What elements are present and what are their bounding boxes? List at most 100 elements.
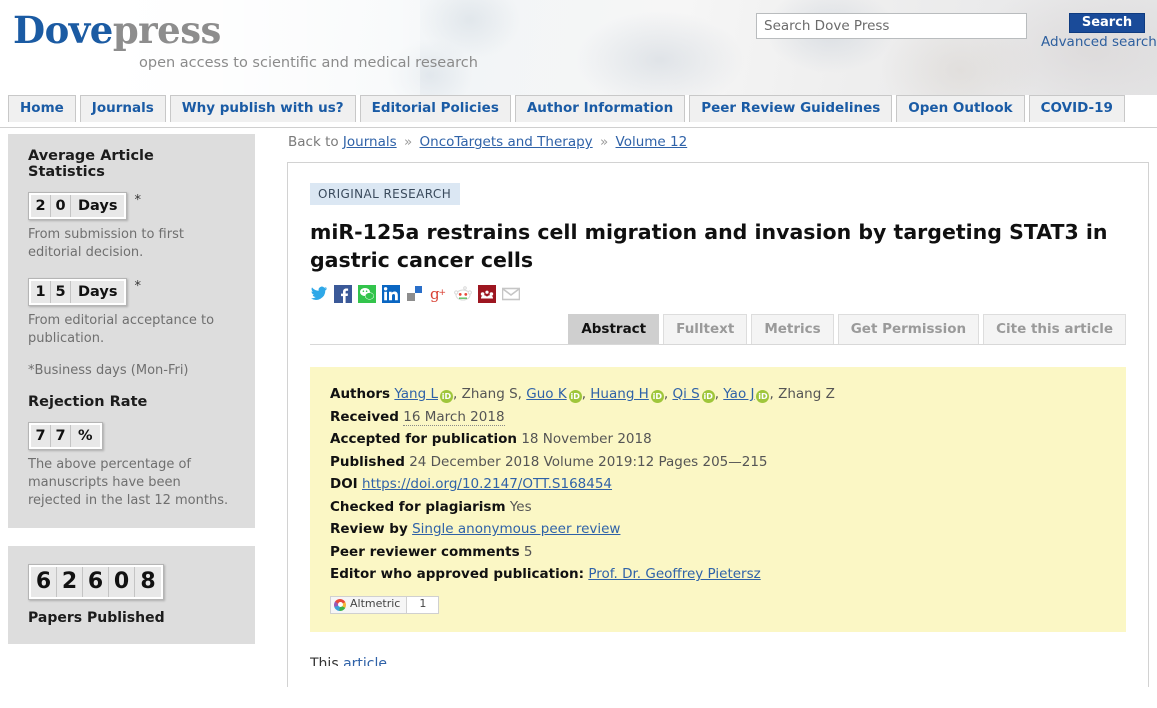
facebook-icon[interactable] bbox=[334, 285, 352, 303]
linkedin-icon[interactable] bbox=[382, 285, 400, 303]
breadcrumb: Back to Journals » OncoTargets and Thera… bbox=[287, 128, 1149, 162]
site-tagline: open access to scientific and medical re… bbox=[139, 55, 478, 71]
nav-item-open-outlook[interactable]: Open Outlook bbox=[896, 95, 1025, 122]
accepted-line: Accepted for publication 18 November 201… bbox=[330, 428, 1106, 451]
comments-line: Peer reviewer comments 5 bbox=[330, 541, 1106, 564]
page-title: miR-125a restrains cell migration and in… bbox=[310, 220, 1108, 272]
article-panel: ORIGINAL RESEARCH miR-125a restrains cel… bbox=[287, 162, 1149, 687]
digit-cell: 7 bbox=[31, 425, 51, 447]
reddit-icon[interactable] bbox=[454, 285, 472, 303]
digit-cell: 1 bbox=[31, 281, 51, 303]
tab-get-permission[interactable]: Get Permission bbox=[837, 314, 980, 344]
altmetric-donut-icon bbox=[334, 598, 346, 611]
tab-cite-this-article[interactable]: Cite this article bbox=[983, 314, 1126, 344]
comments-label: Peer reviewer comments bbox=[330, 543, 520, 560]
wechat-icon[interactable] bbox=[358, 285, 376, 303]
counter-unit-label: % bbox=[71, 425, 100, 447]
review-label: Review by bbox=[330, 521, 408, 537]
advanced-search-link[interactable]: Advanced search bbox=[1041, 34, 1157, 50]
author-link[interactable]: Guo K bbox=[526, 386, 566, 402]
nav-item-peer-review-guidelines[interactable]: Peer Review Guidelines bbox=[689, 95, 893, 122]
digit-cell: 0 bbox=[51, 195, 71, 217]
papers-published-counter: 6 2 6 0 8 bbox=[28, 564, 164, 600]
below-text-link[interactable]: article bbox=[343, 656, 387, 666]
nav-item-why-publish[interactable]: Why publish with us? bbox=[169, 95, 356, 122]
search-button[interactable]: Search bbox=[1069, 13, 1145, 33]
editor-link[interactable]: Prof. Dr. Geoffrey Pietersz bbox=[588, 566, 760, 582]
digit-cell: 5 bbox=[51, 281, 71, 303]
received-line: Received 16 March 2018 bbox=[330, 406, 1106, 429]
counter-unit-label: Days bbox=[71, 281, 125, 303]
digit-cell: 2 bbox=[57, 567, 83, 597]
breadcrumb-journal-link[interactable]: OncoTargets and Therapy bbox=[420, 134, 593, 150]
digit-cell: 8 bbox=[135, 567, 161, 597]
tab-fulltext[interactable]: Fulltext bbox=[663, 314, 748, 344]
breadcrumb-volume-link[interactable]: Volume 12 bbox=[616, 134, 688, 150]
asterisk-marker: * bbox=[134, 193, 141, 208]
altmetric-badge[interactable]: Altmetric 1 bbox=[330, 595, 440, 614]
author-link[interactable]: Huang H bbox=[590, 386, 649, 402]
published-label: Published bbox=[330, 453, 405, 470]
authors-line: Authors Yang LiD, Zhang S, Guo KiD, Huan… bbox=[330, 386, 835, 403]
papers-published-panel: 6 2 6 0 8 Papers Published bbox=[8, 546, 255, 644]
delicious-icon[interactable] bbox=[406, 285, 424, 303]
article-type-badge: ORIGINAL RESEARCH bbox=[310, 183, 461, 205]
acceptance-to-publication-counter: 1 5 Days bbox=[28, 278, 128, 306]
orcid-icon[interactable]: iD bbox=[756, 390, 770, 403]
breadcrumb-prefix: Back to bbox=[288, 134, 339, 150]
site-logo[interactable]: Dovepress bbox=[13, 8, 221, 52]
author-link[interactable]: Yang L bbox=[394, 386, 438, 402]
published-line: Published 24 December 2018 Volume 2019:1… bbox=[330, 451, 1106, 474]
twitter-icon[interactable] bbox=[310, 285, 328, 303]
orcid-icon[interactable]: iD bbox=[440, 390, 453, 403]
tab-metrics[interactable]: Metrics bbox=[751, 314, 834, 344]
breadcrumb-separator: » bbox=[403, 134, 413, 150]
plagiarism-line: Checked for plagiarism Yes bbox=[330, 496, 1106, 519]
first-decision-note: From submission to first editorial decis… bbox=[28, 227, 184, 260]
orcid-icon[interactable]: iD bbox=[568, 390, 582, 403]
orcid-icon[interactable]: iD bbox=[701, 390, 715, 403]
rejection-rate-note: The above percentage of manuscripts have… bbox=[28, 457, 229, 508]
nav-item-covid-19[interactable]: COVID-19 bbox=[1028, 95, 1125, 122]
mendeley-icon[interactable] bbox=[478, 285, 496, 303]
orcid-icon[interactable]: iD bbox=[650, 390, 664, 403]
first-decision-counter-row: 2 0 Days * bbox=[28, 192, 235, 220]
article-tabs: Abstract Fulltext Metrics Get Permission… bbox=[310, 314, 1126, 345]
nav-item-journals[interactable]: Journals bbox=[79, 95, 166, 122]
nav-item-author-information[interactable]: Author Information bbox=[514, 95, 686, 122]
nav-strip: Home Journals Why publish with us? Edito… bbox=[8, 95, 1157, 127]
average-article-statistics-title: Average Article Statistics bbox=[28, 148, 154, 180]
papers-published-label: Papers Published bbox=[28, 610, 165, 626]
author-link[interactable]: Yao J bbox=[723, 386, 754, 402]
logo-dove-text: Dove bbox=[13, 8, 113, 52]
page-body: Average Article Statistics 2 0 Days * Fr… bbox=[0, 128, 1157, 708]
editor-label: Editor who approved publication: bbox=[330, 566, 585, 582]
rejection-rate-counter: 7 7 % bbox=[28, 422, 103, 450]
nav-item-editorial-policies[interactable]: Editorial Policies bbox=[359, 95, 511, 122]
received-value: 16 March 2018 bbox=[403, 408, 505, 426]
tab-abstract[interactable]: Abstract bbox=[568, 314, 660, 344]
acceptance-note: From editorial acceptance to publication… bbox=[28, 313, 215, 346]
breadcrumb-journals-link[interactable]: Journals bbox=[343, 134, 397, 150]
altmetric-label-box[interactable]: Altmetric bbox=[330, 595, 408, 614]
editor-line: Editor who approved publication: Prof. D… bbox=[330, 563, 1106, 586]
author-name: Zhang Z bbox=[778, 386, 835, 402]
digit-cell: 0 bbox=[109, 567, 135, 597]
review-line: Review by Single anonymous peer review bbox=[330, 518, 1106, 541]
author-name: Zhang S bbox=[461, 386, 518, 402]
doi-link[interactable]: https://doi.org/10.2147/OTT.S168454 bbox=[362, 476, 612, 492]
digit-cell: 7 bbox=[51, 425, 71, 447]
email-icon[interactable] bbox=[501, 285, 521, 303]
googleplus-icon[interactable]: g + bbox=[430, 285, 448, 303]
search-input[interactable] bbox=[756, 13, 1027, 39]
sidebar: Average Article Statistics 2 0 Days * Fr… bbox=[8, 134, 255, 662]
review-type-link[interactable]: Single anonymous peer review bbox=[412, 521, 620, 537]
main-content: Back to Journals » OncoTargets and Thera… bbox=[287, 128, 1149, 687]
received-label: Received bbox=[330, 408, 399, 425]
social-share-row: g + bbox=[310, 284, 1126, 304]
altmetric-label: Altmetric bbox=[350, 597, 401, 611]
nav-item-home[interactable]: Home bbox=[8, 95, 76, 122]
comments-value: 5 bbox=[523, 543, 533, 560]
author-link[interactable]: Qi S bbox=[672, 386, 699, 402]
svg-text:+: + bbox=[439, 288, 447, 298]
